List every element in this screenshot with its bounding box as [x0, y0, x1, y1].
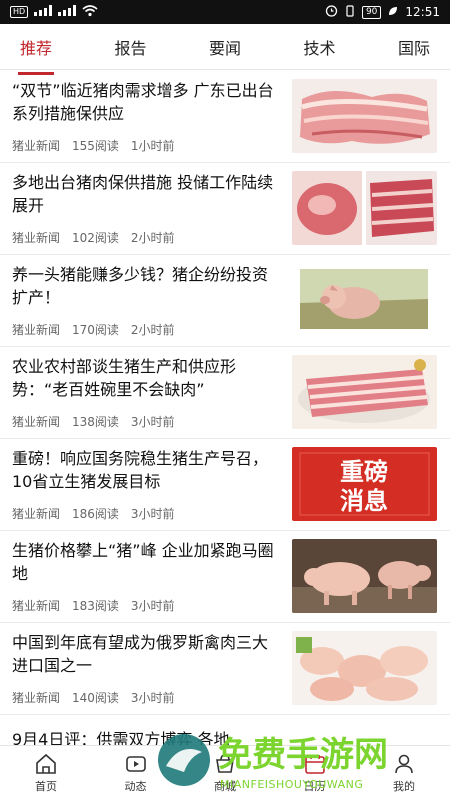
- news-source: 猪业新闻: [12, 139, 61, 153]
- tab-international[interactable]: 国际: [394, 29, 434, 65]
- news-title[interactable]: 9月4日评：供需双方博弈 各地: [12, 726, 229, 746]
- thumb-text-line: 重磅: [340, 458, 388, 486]
- hd-indicator: HD: [10, 6, 29, 18]
- wifi-icon: [82, 4, 98, 20]
- nav-label: 动态: [124, 780, 147, 793]
- news-reads: 155阅读: [72, 139, 119, 153]
- status-right: 90 12:51: [325, 4, 440, 20]
- signal-icon: [34, 5, 53, 19]
- news-title[interactable]: 多地出台猪肉保供措施 投储工作陆续展开: [12, 171, 282, 219]
- news-reads: 186阅读: [72, 507, 119, 521]
- vibrate-icon: [344, 4, 356, 20]
- news-item-partial[interactable]: 9月4日评：供需双方博弈 各地: [0, 715, 450, 746]
- pork-meat-image[interactable]: [292, 171, 437, 245]
- video-icon: [125, 756, 146, 772]
- status-left: HD: [10, 4, 98, 20]
- news-source: 猪业新闻: [12, 415, 61, 429]
- news-source: 猪业新闻: [12, 231, 61, 245]
- nav-label: 商城: [214, 780, 236, 793]
- news-time: 3小时前: [130, 599, 175, 613]
- calendar-icon: [304, 755, 325, 774]
- news-item[interactable]: 生猪价格攀上“猪”峰 企业加紧跑马圈地 猪业新闻 183阅读 3小时前: [0, 531, 450, 623]
- pigs-image[interactable]: [292, 539, 437, 613]
- tab-headlines[interactable]: 要闻: [205, 29, 245, 65]
- news-reads: 170阅读: [72, 323, 119, 337]
- news-feed[interactable]: “双节”临近猪肉需求增多 广东已出台系列措施保供应 猪业新闻 155阅读 1小时…: [0, 71, 450, 745]
- news-reads: 102阅读: [72, 231, 119, 245]
- tab-report[interactable]: 报告: [110, 29, 150, 65]
- news-title[interactable]: 养一头猪能赚多少钱？猪企纷纷投资扩产！: [12, 263, 282, 311]
- news-item[interactable]: 中国到年底有望成为俄罗斯禽肉三大进口国之一 猪业新闻 140阅读 3小时前: [0, 623, 450, 715]
- news-source: 猪业新闻: [12, 323, 61, 337]
- news-time: 3小时前: [130, 507, 175, 521]
- news-title[interactable]: 中国到年底有望成为俄罗斯禽肉三大进口国之一: [12, 631, 282, 679]
- piglet-image[interactable]: [292, 263, 437, 337]
- news-title[interactable]: 重磅！响应国务院稳生猪生产号召，10省立生猪发展目标: [12, 447, 282, 495]
- chicken-meat-image[interactable]: [292, 631, 437, 705]
- news-reads: 140阅读: [72, 691, 119, 705]
- news-item[interactable]: “双节”临近猪肉需求增多 广东已出台系列措施保供应 猪业新闻 155阅读 1小时…: [0, 71, 450, 163]
- news-time: 1小时前: [130, 139, 175, 153]
- news-title[interactable]: “双节”临近猪肉需求增多 广东已出台系列措施保供应: [12, 79, 282, 127]
- nav-label: 日历: [303, 780, 326, 793]
- status-bar: HD 90 12:51: [0, 0, 450, 24]
- battery-level: 90: [361, 5, 382, 19]
- news-item[interactable]: 多地出台猪肉保供措施 投储工作陆续展开 猪业新闻 102阅读 2小时前: [0, 163, 450, 255]
- nav-profile[interactable]: 我的: [376, 752, 432, 794]
- news-source: 猪业新闻: [12, 507, 61, 521]
- thumb-text-line: 消息: [340, 487, 388, 515]
- pork-cuts-image[interactable]: [292, 79, 437, 153]
- alarm-icon: [325, 4, 338, 20]
- news-item[interactable]: 农业农村部谈生猪生产和供应形势：“老百姓碗里不会缺肉” 猪业新闻 138阅读 3…: [0, 347, 450, 439]
- news-reads: 138阅读: [72, 415, 119, 429]
- nav-home[interactable]: 首页: [18, 752, 74, 794]
- nav-label: 我的: [393, 780, 415, 793]
- nav-shop[interactable]: 商城: [197, 752, 253, 794]
- news-source: 猪业新闻: [12, 599, 61, 613]
- news-title[interactable]: 生猪价格攀上“猪”峰 企业加紧跑马圈地: [12, 539, 282, 587]
- breaking-news-image[interactable]: 重磅 消息: [292, 447, 437, 521]
- news-time: 3小时前: [130, 415, 175, 429]
- news-time: 2小时前: [130, 323, 175, 337]
- news-reads: 183阅读: [72, 599, 119, 613]
- shop-icon: [216, 754, 234, 773]
- user-icon: [395, 754, 413, 774]
- bottom-navigation: 首页 动态 商城 日历 我的: [0, 745, 450, 800]
- news-item[interactable]: 养一头猪能赚多少钱？猪企纷纷投资扩产！ 猪业新闻 170阅读 2小时前: [0, 255, 450, 347]
- tab-recommend[interactable]: 推荐: [16, 29, 56, 75]
- news-source: 猪业新闻: [12, 691, 61, 705]
- news-time: 3小时前: [130, 691, 175, 705]
- tab-tech[interactable]: 技术: [299, 29, 339, 65]
- signal-icon-2: [58, 5, 77, 19]
- clock: 12:51: [405, 5, 440, 19]
- news-item[interactable]: 重磅！响应国务院稳生猪生产号召，10省立生猪发展目标 猪业新闻 186阅读 3小…: [0, 439, 450, 531]
- pork-belly-image[interactable]: [292, 355, 437, 429]
- news-time: 2小时前: [130, 231, 175, 245]
- nav-calendar[interactable]: 日历: [287, 752, 343, 794]
- news-title[interactable]: 农业农村部谈生猪生产和供应形势：“老百姓碗里不会缺肉”: [12, 355, 282, 403]
- home-icon: [36, 753, 56, 774]
- category-tabs: 推荐 报告 要闻 技术 国际: [0, 24, 450, 75]
- nav-label: 首页: [35, 780, 57, 793]
- nav-feed[interactable]: 动态: [108, 752, 164, 794]
- leaf-icon: [387, 5, 399, 20]
